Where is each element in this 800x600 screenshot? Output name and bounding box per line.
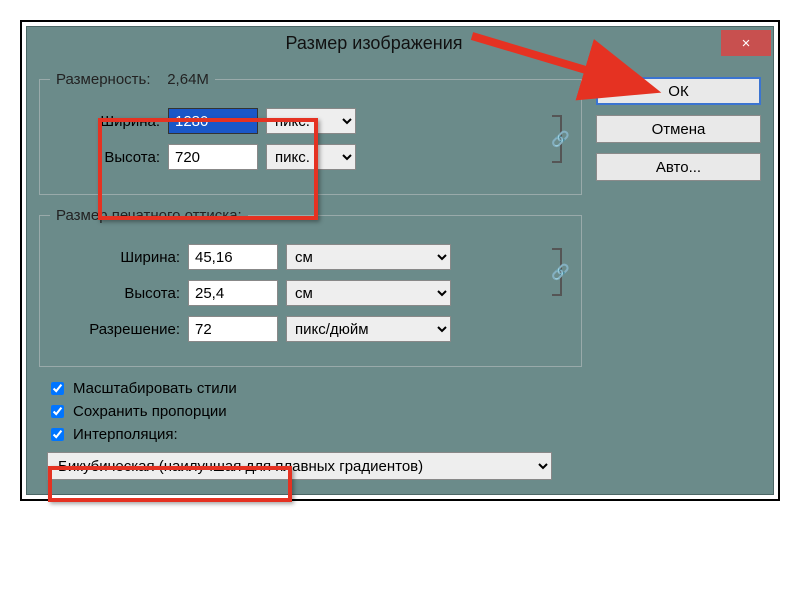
cancel-button[interactable]: Отмена <box>596 115 761 143</box>
height-input[interactable] <box>168 144 258 170</box>
auto-button-label: Авто... <box>656 159 701 176</box>
print-width-input[interactable] <box>188 244 278 270</box>
print-width-unit-select[interactable]: см <box>286 244 451 270</box>
chain-icon-2: 🔗 <box>551 263 570 281</box>
print-width-label: Ширина: <box>50 249 180 266</box>
resolution-unit-select[interactable]: пикс/дюйм <box>286 316 451 342</box>
link-brace: 🔗 <box>552 115 562 163</box>
link-brace-2: 🔗 <box>552 248 562 296</box>
width-unit-select[interactable]: пикс. <box>266 108 356 134</box>
print-height-label: Высота: <box>50 285 180 302</box>
dialog-window: Размер изображения × Размерность: 2,64M <box>26 26 774 495</box>
width-label: Ширина: <box>50 113 160 130</box>
scale-styles-checkbox[interactable] <box>51 382 64 395</box>
close-icon: × <box>742 35 751 52</box>
ok-button-label: ОК <box>668 83 688 100</box>
resolution-input[interactable] <box>188 316 278 342</box>
auto-button[interactable]: Авто... <box>596 153 761 181</box>
height-unit-select[interactable]: пикс. <box>266 144 356 170</box>
interpolation-label: Интерполяция: <box>73 426 178 443</box>
file-size-text: 2,64M <box>167 71 209 88</box>
interpolation-checkbox[interactable] <box>51 428 64 441</box>
cancel-button-label: Отмена <box>652 121 706 138</box>
document-size-legend: Размер печатного оттиска: <box>50 207 248 224</box>
pixel-dimensions-legend: Размерность: 2,64M <box>50 71 215 88</box>
chain-icon: 🔗 <box>551 130 570 148</box>
height-label: Высота: <box>50 149 160 166</box>
interpolation-select[interactable]: Бикубическая (наилучшая для плавных град… <box>47 452 552 480</box>
print-height-input[interactable] <box>188 280 278 306</box>
ok-button[interactable]: ОК <box>596 77 761 105</box>
pixel-dimensions-group: Размерность: 2,64M Ширина: пикс. <box>39 71 582 195</box>
scale-styles-label: Масштабировать стили <box>73 380 237 397</box>
width-input[interactable] <box>168 108 258 134</box>
resolution-label: Разрешение: <box>50 321 180 338</box>
legend-prefix: Размерность: <box>56 71 151 88</box>
print-height-unit-select[interactable]: см <box>286 280 451 306</box>
constrain-proportions-checkbox[interactable] <box>51 405 64 418</box>
close-button[interactable]: × <box>721 30 771 56</box>
document-size-group: Размер печатного оттиска: Ширина: см <box>39 207 582 367</box>
constrain-proportions-label: Сохранить пропорции <box>73 403 227 420</box>
dialog-title: Размер изображения <box>27 33 721 54</box>
titlebar: Размер изображения × <box>27 27 773 59</box>
